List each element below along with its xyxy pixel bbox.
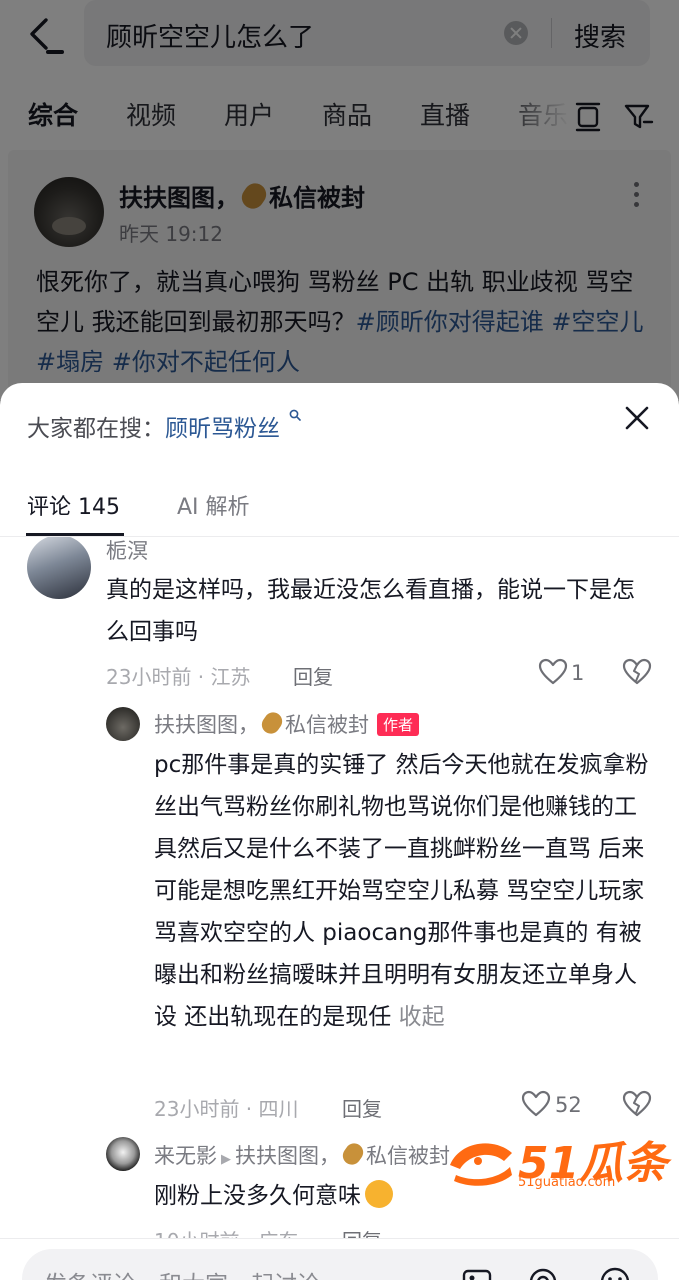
avatar[interactable] [106,1137,140,1171]
comment-meta: 23小时前 · 四川 [154,1097,299,1121]
watermark: 51瓜条 51guatiao.com [446,1129,667,1199]
trending-label: 大家都在搜： [27,416,165,442]
comment-body: pc那件事是真的实锤了 然后今天他就在发疯拿粉丝出气骂粉丝你刷礼物也骂说你们是他… [154,752,649,1030]
comment-user[interactable]: 栀溟 [106,537,148,565]
peanut-icon [339,1139,367,1169]
heart-icon[interactable] [521,1089,551,1119]
search-icon [289,409,302,421]
comment-body: 刚粉上没多久何意味 [154,1183,361,1209]
reply-arrow-icon: ▶ [221,1152,231,1167]
tab-comments[interactable]: 评论 145 [27,489,120,521]
reply-to-suffix: 私信被封 [366,1144,450,1168]
image-icon[interactable] [460,1265,494,1280]
mention-icon[interactable] [526,1265,560,1280]
like-count: 1 [571,661,585,685]
close-icon[interactable] [620,401,654,435]
comment-text: pc那件事是真的实锤了 然后今天他就在发疯拿粉丝出气骂粉丝你刷礼物也骂说你们是他… [154,744,654,1038]
reply-button[interactable]: 回复 [293,661,333,690]
comment-list: 栀溟 真的是这样吗，我最近没怎么看直播，能说一下是怎么回事吗 23小时前 · 江… [0,537,679,1280]
author-badge: 作者 [377,712,420,736]
peanut-icon [258,708,286,738]
comment-text: 真的是这样吗，我最近没怎么看直播，能说一下是怎么回事吗 [106,577,635,645]
reply-button[interactable]: 回复 [342,1093,382,1122]
comment-input-placeholder: 发条评论，和大家一起讨论 [44,1265,320,1280]
emoji-icon[interactable] [598,1265,632,1280]
comment-meta: 23小时前 · 江苏 [106,665,251,689]
comment-input-bar: 发条评论，和大家一起讨论 [0,1238,679,1280]
emoji-icon [365,1179,393,1208]
reply-to-name: 扶扶图图， [235,1144,340,1168]
avatar[interactable] [27,537,91,599]
comment-user[interactable]: 扶扶图图， 私信被封 作者 [154,708,420,739]
broken-heart-icon[interactable] [622,657,652,687]
watermark-sub: 51guatiao.com [518,1175,616,1190]
collapse-button[interactable]: 收起 [399,1004,445,1030]
like-count: 52 [555,1093,582,1117]
sheet-tabs: 评论 145 AI 解析 [0,483,679,533]
comment-user[interactable]: 来无影 ▶ 扶扶图图， 私信被封 [154,1139,450,1170]
comment-input[interactable]: 发条评论，和大家一起讨论 [22,1249,658,1280]
trending-search: 大家都在搜：顾昕骂粉丝 [27,409,302,443]
trending-link[interactable]: 顾昕骂粉丝 [165,416,280,442]
comment-user-suffix: 私信被封 [285,713,369,737]
broken-heart-icon[interactable] [622,1089,652,1119]
comment-user-name: 扶扶图图， [154,713,259,737]
comment-user-name: 来无影 [154,1144,217,1168]
avatar[interactable] [106,707,140,741]
tab-ai-analysis[interactable]: AI 解析 [177,489,250,521]
heart-icon[interactable] [538,657,568,687]
comment-sheet: 大家都在搜：顾昕骂粉丝 评论 145 AI 解析 栀溟 真的是这样吗，我最近没怎… [0,383,679,1280]
watermark-logo-icon [450,1143,512,1186]
